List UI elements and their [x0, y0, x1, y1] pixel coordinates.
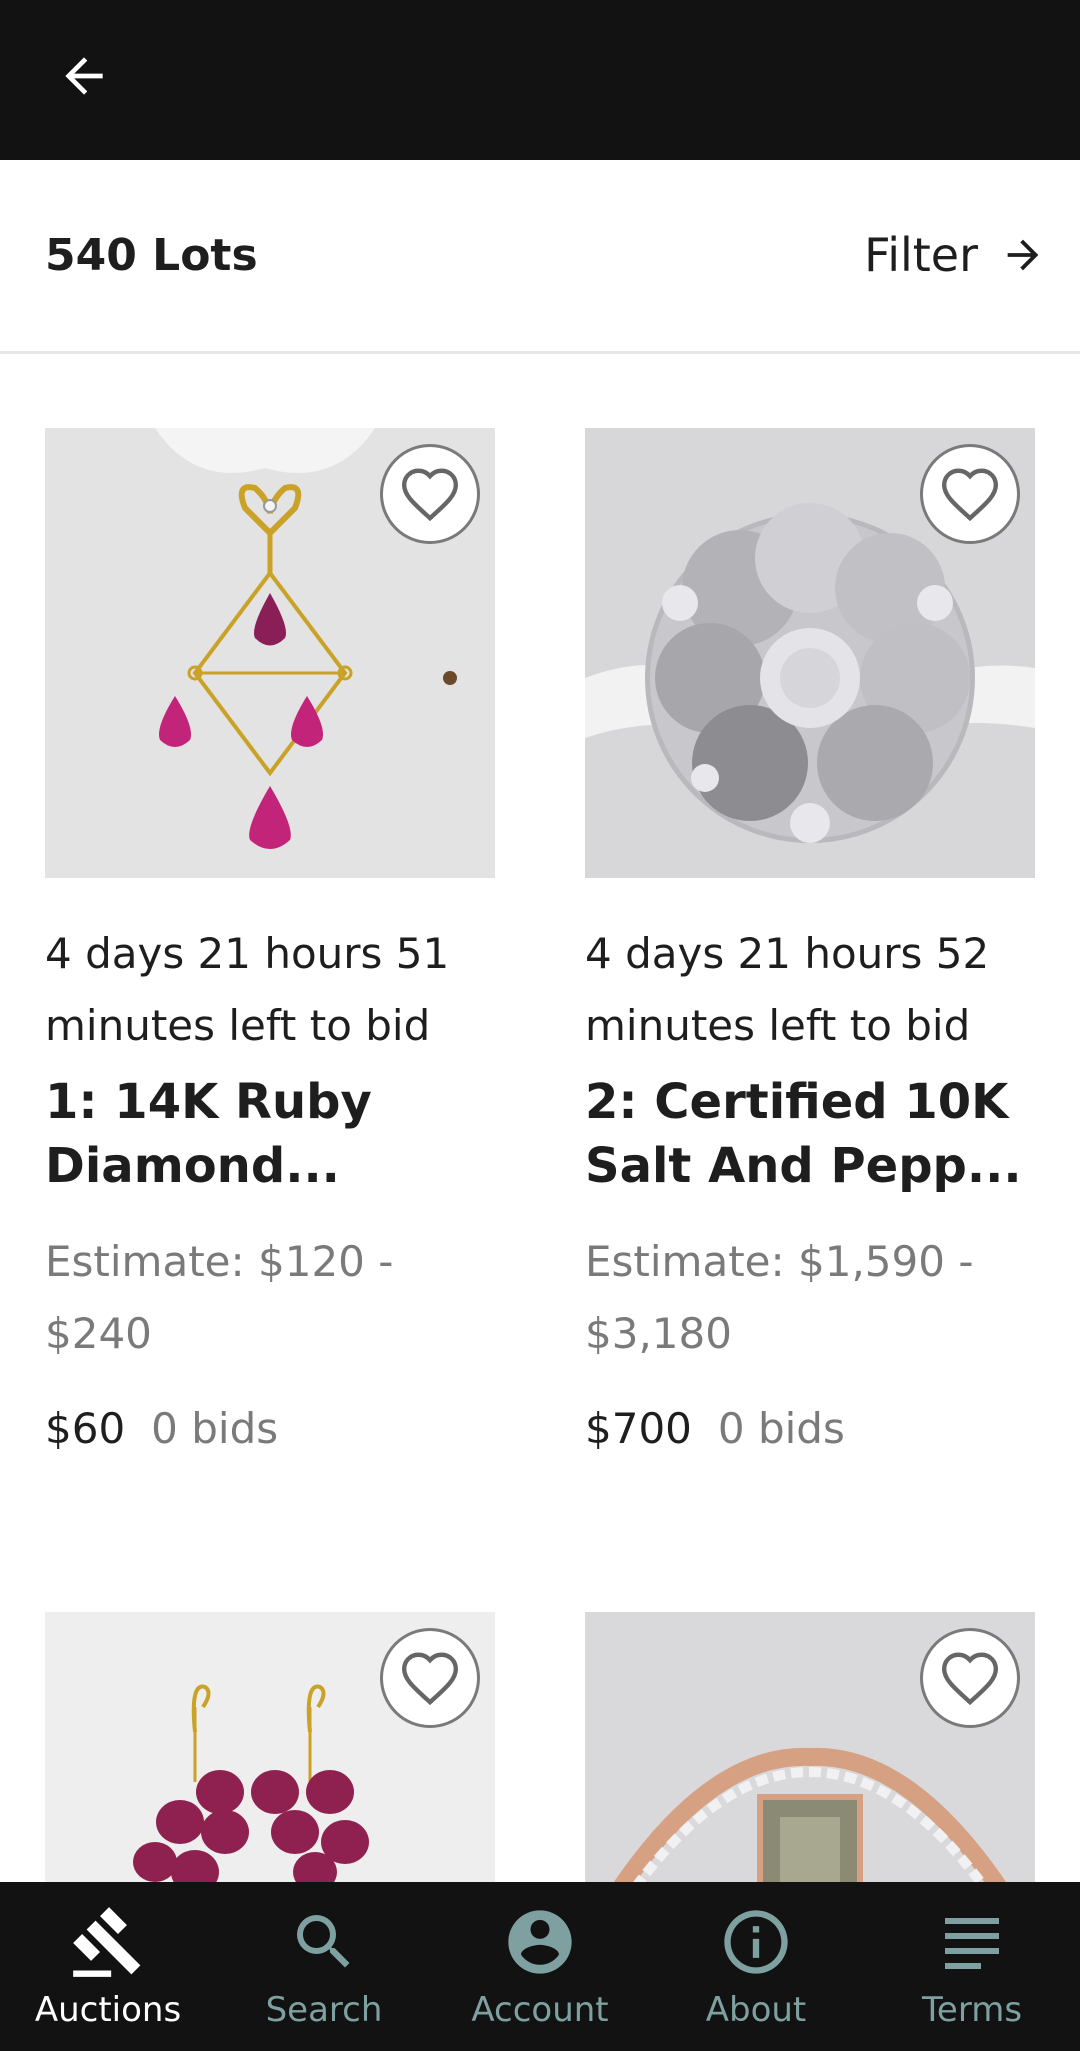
lot-image[interactable]	[585, 428, 1035, 878]
lot-image[interactable]	[585, 1612, 1035, 1882]
current-price: $700	[585, 1404, 692, 1453]
bottom-navigation: Auctions Search Account About Terms	[0, 1882, 1080, 2051]
lot-title[interactable]: 1: 14K Ruby Diamond...	[45, 1070, 505, 1198]
lots-count: 540 Lots	[45, 230, 258, 281]
nav-item-account[interactable]: Account	[432, 1882, 648, 2051]
nav-item-search[interactable]: Search	[216, 1882, 432, 2051]
top-app-bar	[0, 0, 1080, 160]
filter-button[interactable]: Filter	[864, 220, 1046, 290]
lot-image[interactable]	[45, 1612, 495, 1882]
price-row: $60 0 bids	[45, 1404, 278, 1453]
lot-card[interactable]	[45, 1612, 495, 1882]
nav-label: About	[705, 1990, 807, 2030]
nav-label: Search	[265, 1990, 383, 2030]
time-left: 4 days 21 hours 51 minutes left to bid	[45, 929, 450, 1050]
lot-image[interactable]	[45, 428, 495, 878]
heart-outline-icon	[941, 468, 999, 522]
arrow-right-icon	[1007, 239, 1039, 271]
filter-label: Filter	[864, 228, 978, 282]
heart-outline-icon	[401, 468, 459, 522]
nav-label: Account	[471, 1990, 609, 2030]
lots-header: 540 Lots Filter	[0, 164, 1080, 354]
bid-count: 0 bids	[151, 1404, 279, 1453]
lot-estimate: Estimate: $120 - $240	[45, 1237, 394, 1358]
account-circle-icon	[500, 1902, 580, 1982]
nav-item-terms[interactable]: Terms	[864, 1882, 1080, 2051]
lot-card[interactable]	[585, 1612, 1035, 1882]
search-icon	[284, 1902, 364, 1982]
nav-item-auctions[interactable]: Auctions	[0, 1882, 216, 2051]
arrow-left-icon	[65, 57, 103, 95]
lot-title[interactable]: 2: Certified 10K Salt And Pepp...	[585, 1070, 1045, 1198]
bid-count: 0 bids	[717, 1404, 845, 1453]
favorite-button[interactable]	[920, 444, 1020, 544]
nav-label: Terms	[921, 1990, 1023, 2030]
current-price: $60	[45, 1404, 126, 1453]
favorite-button[interactable]	[920, 1628, 1020, 1728]
nav-label: Auctions	[34, 1990, 182, 2030]
gavel-icon	[68, 1902, 148, 1982]
lot-estimate: Estimate: $1,590 - $3,180	[585, 1237, 974, 1358]
price-row: $700 0 bids	[585, 1404, 845, 1453]
heart-outline-icon	[401, 1652, 459, 1706]
list-lines-icon	[932, 1902, 1012, 1982]
time-left: 4 days 21 hours 52 minutes left to bid	[585, 929, 990, 1050]
heart-outline-icon	[941, 1652, 999, 1706]
info-icon	[716, 1902, 796, 1982]
favorite-button[interactable]	[380, 1628, 480, 1728]
nav-item-about[interactable]: About	[648, 1882, 864, 2051]
favorite-button[interactable]	[380, 444, 480, 544]
back-button[interactable]	[44, 36, 124, 116]
